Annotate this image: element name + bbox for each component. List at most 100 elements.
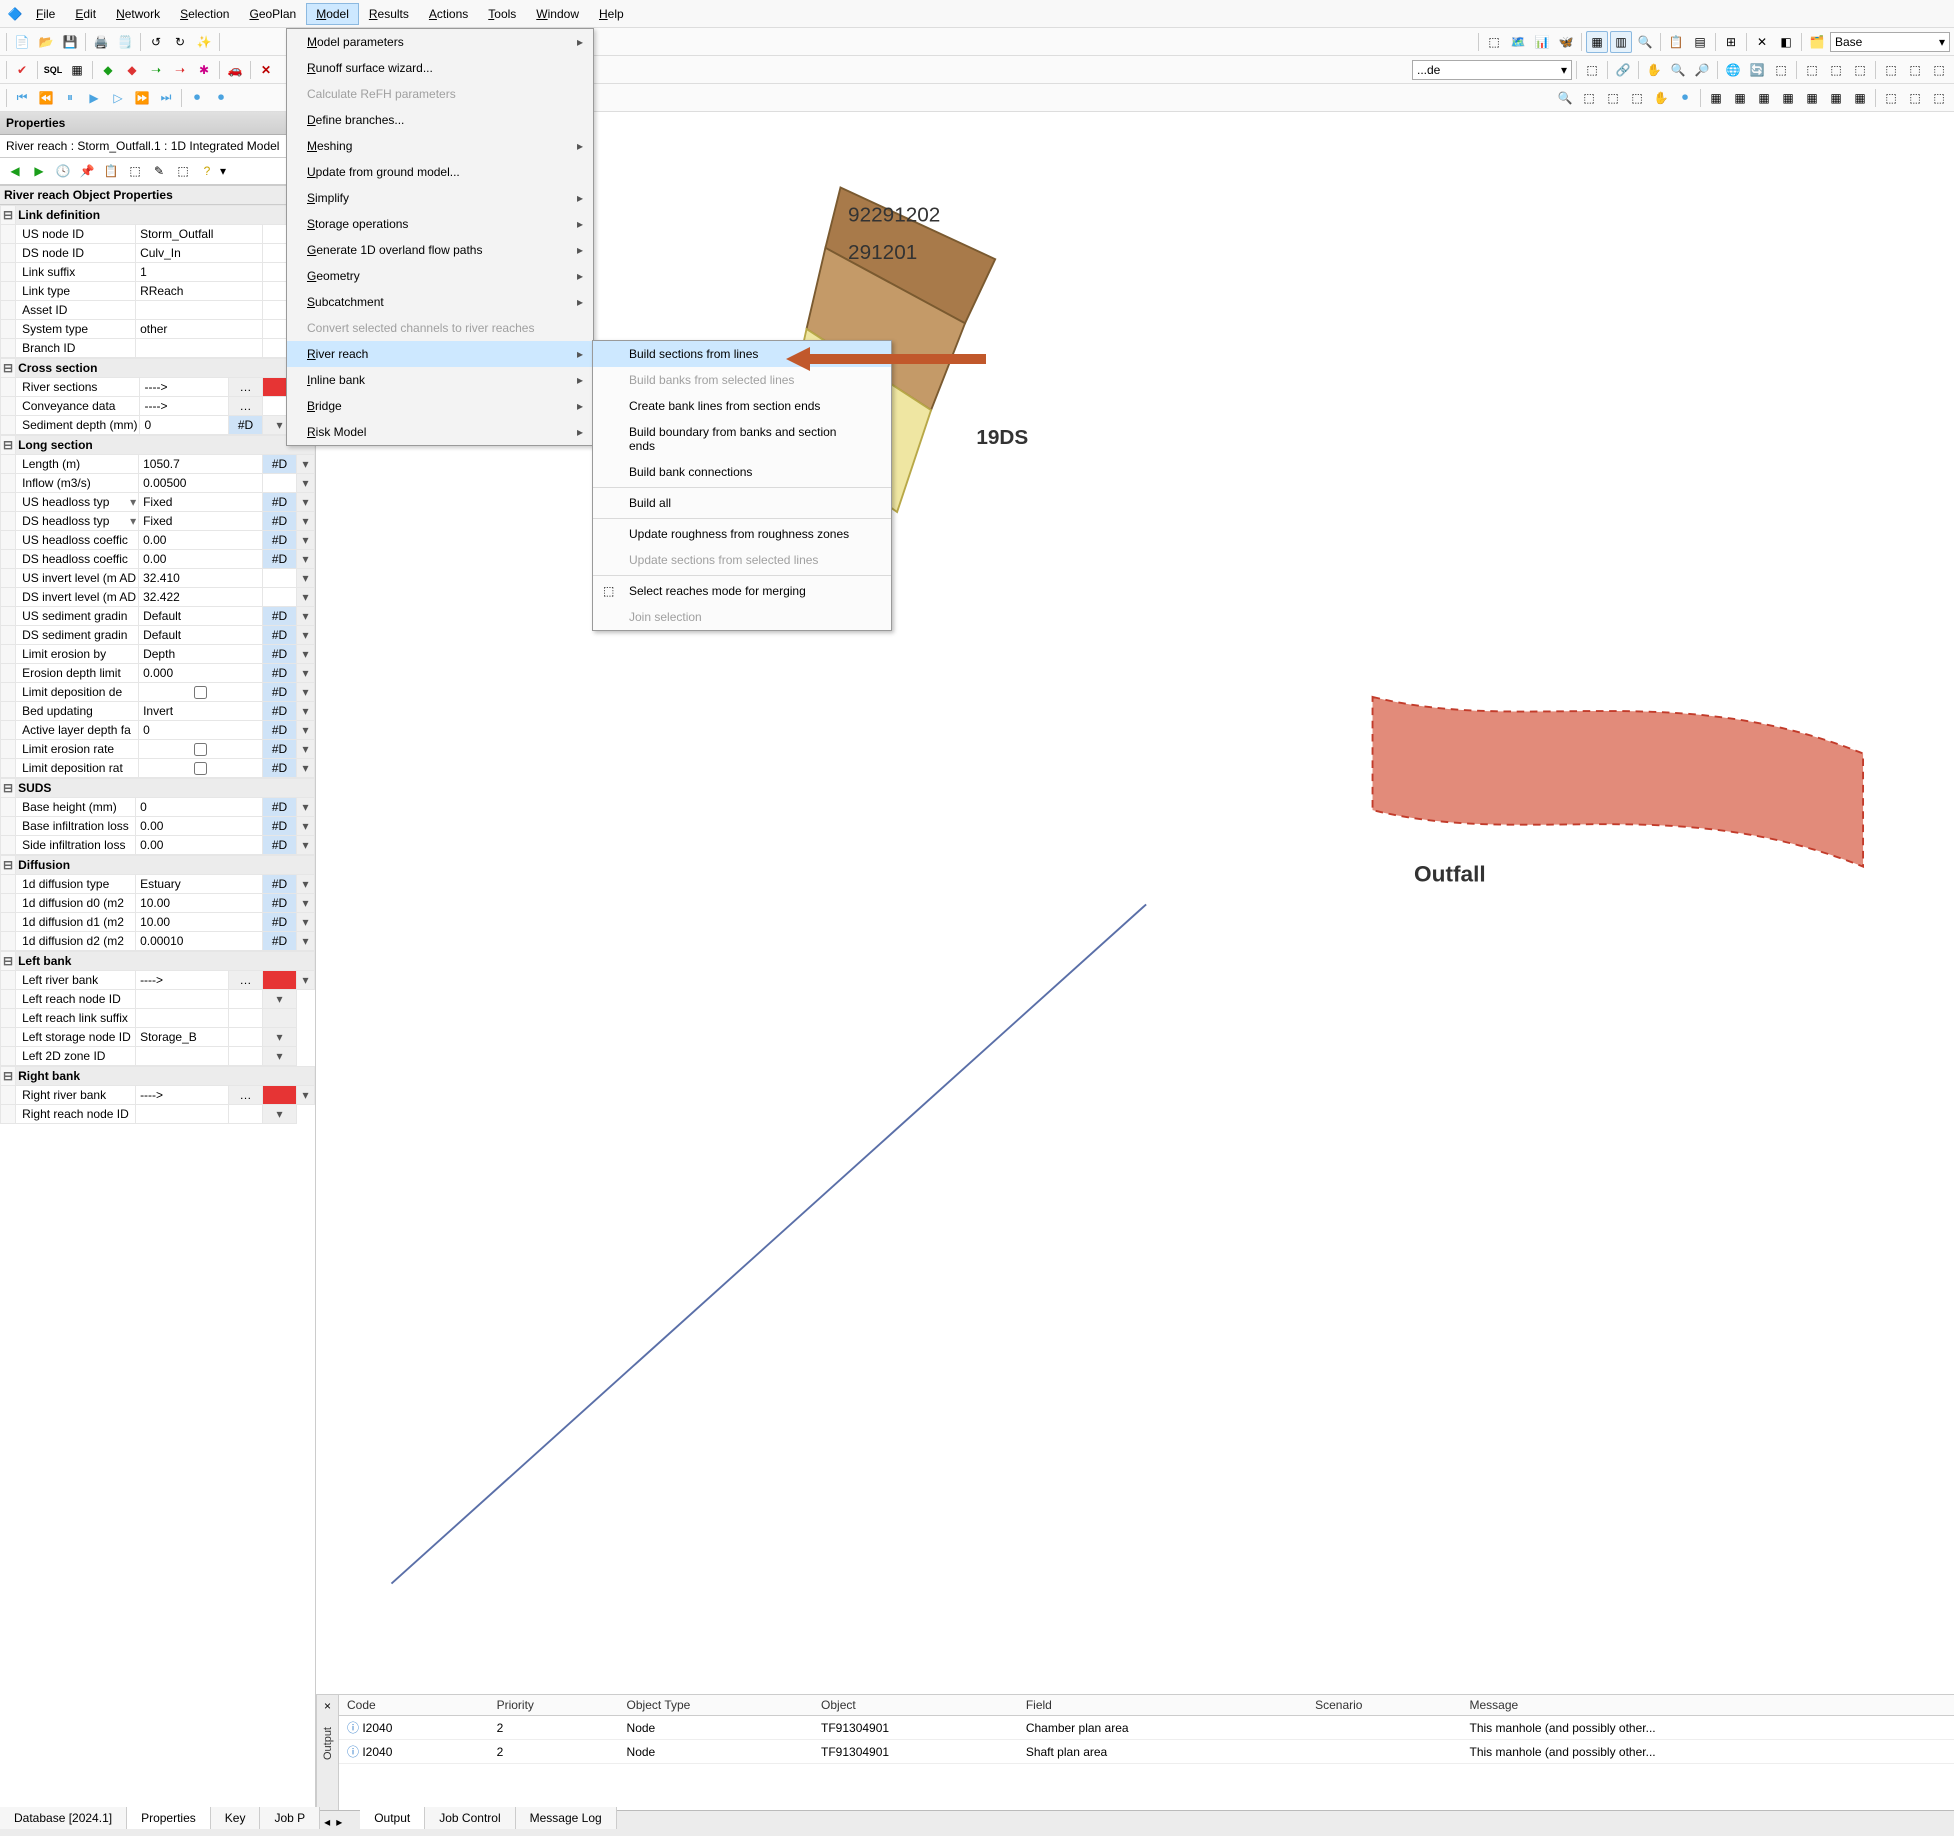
copy-icon[interactable]: 🗒️	[114, 31, 136, 53]
property-dropdown[interactable]: ▾	[263, 1047, 297, 1066]
undo-icon[interactable]: ↺	[145, 31, 167, 53]
tb-btn-j[interactable]: ◧	[1775, 31, 1797, 53]
p-icon-a[interactable]: ⬚	[124, 160, 146, 182]
r3-d[interactable]: ⬚	[1626, 87, 1648, 109]
r3-f[interactable]: ⏺	[1674, 87, 1696, 109]
zoomin-icon[interactable]: 🔍	[1667, 59, 1689, 81]
net-icon[interactable]: ✱	[193, 59, 215, 81]
property-value-input[interactable]	[141, 551, 260, 567]
submenu-item[interactable]: Build boundary from banks and section en…	[593, 419, 891, 459]
bottom-tab[interactable]: Key	[211, 1807, 261, 1829]
property-flag[interactable]	[229, 1105, 263, 1124]
output-column-header[interactable]: Priority	[489, 1695, 619, 1716]
property-value-input[interactable]	[138, 302, 260, 318]
property-value-input[interactable]	[141, 646, 260, 662]
r3-p[interactable]: ⬚	[1928, 87, 1950, 109]
r3-m[interactable]: ▦	[1849, 87, 1871, 109]
property-flag[interactable]: #D	[263, 607, 297, 626]
r3-g[interactable]: ▦	[1705, 87, 1727, 109]
copy2-icon[interactable]: 📋	[100, 160, 122, 182]
property-dropdown[interactable]: ▾	[263, 990, 297, 1009]
property-dropdown[interactable]: ▾	[297, 932, 315, 951]
menu-selection[interactable]: Selection	[170, 3, 239, 25]
bottom-tab[interactable]: Job Control	[425, 1807, 515, 1829]
r3-l[interactable]: ▦	[1825, 87, 1847, 109]
property-flag[interactable]: #D	[229, 416, 263, 435]
property-flag[interactable]: #D	[263, 550, 297, 569]
property-flag[interactable]: #D	[263, 626, 297, 645]
property-flag[interactable]	[263, 971, 297, 990]
property-value-input[interactable]	[142, 379, 226, 395]
bottom-tab[interactable]: Properties	[127, 1807, 211, 1829]
section-expander[interactable]: ⊟	[1, 856, 16, 875]
menu-geoplan[interactable]: GeoPlan	[239, 3, 306, 25]
r3-a[interactable]: 🔍	[1554, 87, 1576, 109]
property-flag[interactable]: #D	[263, 721, 297, 740]
property-flag[interactable]: #D	[263, 875, 297, 894]
r3-c[interactable]: ⬚	[1602, 87, 1624, 109]
tb-btn-c[interactable]: 📊	[1531, 31, 1553, 53]
property-dropdown[interactable]: ▾	[297, 702, 315, 721]
submenu-item[interactable]: Create bank lines from section ends	[593, 393, 891, 419]
tool-b[interactable]: 🔗	[1612, 59, 1634, 81]
play2-icon[interactable]: ▷	[107, 87, 129, 109]
menu-edit[interactable]: Edit	[65, 3, 106, 25]
output-row[interactable]: ⓘ I20402NodeTF91304901Chamber plan areaT…	[339, 1716, 1954, 1740]
property-dropdown[interactable]: ▾	[297, 894, 315, 913]
iconx4[interactable]: ⬚	[1849, 59, 1871, 81]
section-expander[interactable]: ⊟	[1, 206, 16, 225]
property-value-input[interactable]	[138, 340, 260, 356]
tb-btn-h[interactable]: ⊞	[1720, 31, 1742, 53]
link2-icon[interactable]: ➝	[169, 59, 191, 81]
iconx5[interactable]: ⬚	[1880, 59, 1902, 81]
property-value-input[interactable]	[138, 1106, 226, 1122]
property-dropdown[interactable]: ▾	[297, 971, 315, 990]
ellipsis-button[interactable]: …	[229, 378, 263, 397]
property-value-input[interactable]	[138, 914, 260, 930]
property-dropdown[interactable]: ▾	[297, 913, 315, 932]
property-flag[interactable]: #D	[263, 759, 297, 778]
property-dropdown[interactable]: ▾	[297, 474, 315, 493]
tab-scroll-right[interactable]: ▸	[334, 1811, 348, 1836]
property-checkbox[interactable]	[194, 686, 207, 699]
play-icon[interactable]: ▶	[83, 87, 105, 109]
goto-end-icon[interactable]: ⏭	[155, 87, 177, 109]
tb-btn-a[interactable]: ⬚	[1483, 31, 1505, 53]
ellipsis-button[interactable]: …	[229, 397, 263, 416]
property-value-input[interactable]	[142, 417, 226, 433]
property-flag[interactable]: #D	[263, 683, 297, 702]
step-back-icon[interactable]: ⏪	[35, 87, 57, 109]
tb-btn-i[interactable]: ✕	[1751, 31, 1773, 53]
property-value-input[interactable]	[141, 570, 260, 586]
grid-icon[interactable]: ▦	[66, 59, 88, 81]
hist-icon[interactable]: 🕓	[52, 160, 74, 182]
new-icon[interactable]: 📄	[11, 31, 33, 53]
property-flag[interactable]: #D	[263, 836, 297, 855]
property-value-input[interactable]	[138, 226, 260, 242]
scenario-selector[interactable]: Base ▾	[1830, 32, 1950, 52]
rec-icon[interactable]: ⏺	[186, 87, 208, 109]
menu-item[interactable]: Inline bank	[287, 367, 593, 393]
menu-item[interactable]: Meshing	[287, 133, 593, 159]
tb-btn-g[interactable]: ▤	[1689, 31, 1711, 53]
menu-tools[interactable]: Tools	[478, 3, 526, 25]
property-value-input[interactable]	[141, 532, 260, 548]
property-value-input[interactable]	[141, 627, 260, 643]
pin-icon[interactable]: 📌	[76, 160, 98, 182]
property-value-input[interactable]	[138, 876, 260, 892]
bottom-tab[interactable]: Job P	[260, 1807, 320, 1829]
submenu-item[interactable]: Build bank connections	[593, 459, 891, 485]
bottom-tab[interactable]: Output	[360, 1807, 425, 1829]
property-dropdown[interactable]: ▾	[297, 817, 315, 836]
property-value-input[interactable]	[141, 513, 260, 529]
property-flag[interactable]: #D	[263, 702, 297, 721]
property-flag[interactable]: #D	[263, 531, 297, 550]
tb-btn-e[interactable]: 🔍	[1634, 31, 1656, 53]
property-value-input[interactable]	[141, 494, 260, 510]
menu-item[interactable]: Generate 1D overland flow paths	[287, 237, 593, 263]
property-value-input[interactable]	[138, 972, 226, 988]
property-flag[interactable]: #D	[263, 913, 297, 932]
zoomout-icon[interactable]: 🔎	[1691, 59, 1713, 81]
property-value-input[interactable]	[141, 456, 260, 472]
property-dropdown[interactable]: ▾	[297, 588, 315, 607]
